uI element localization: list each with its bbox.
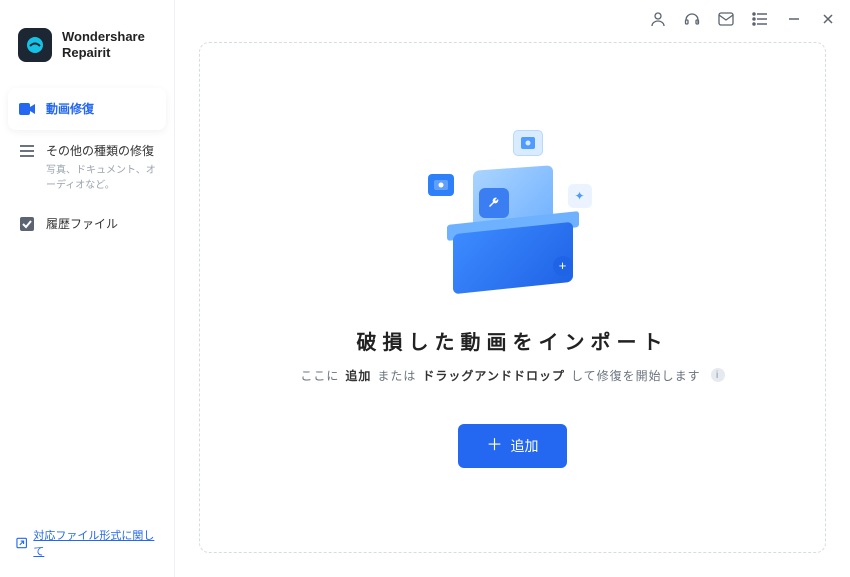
topbar (175, 0, 850, 38)
sidebar-item-sublabel: 写真、ドキュメント、オーディオなど。 (46, 161, 156, 191)
app-logo: Wondershare Repairit (0, 0, 174, 82)
external-link-icon (16, 537, 27, 549)
dropzone-headline: 破損した動画をインポート (357, 326, 669, 355)
sidebar-item-label: 動画修復 (46, 100, 94, 117)
list-icon (18, 142, 36, 160)
mail-icon[interactable] (716, 9, 736, 29)
logo-icon (18, 28, 52, 62)
add-button[interactable]: ＋ 追加 (458, 424, 566, 468)
sidebar-nav: 動画修復 その他の種類の修復 写真、ドキュメント、オーディオなど。 履歴ファイル (0, 82, 174, 245)
camera-card-icon (428, 174, 454, 196)
app-name: Wondershare Repairit (62, 29, 145, 60)
sidebar-item-other-repair[interactable]: その他の種類の修復 写真、ドキュメント、オーディオなど。 (8, 130, 166, 203)
headset-icon[interactable] (682, 9, 702, 29)
sidebar-item-label: その他の種類の修復 (46, 142, 156, 159)
sidebar-item-label: 履歴ファイル (46, 215, 118, 232)
sidebar-footer: 対応ファイル形式に関して (0, 509, 174, 577)
dropzone-subline: ここに 追加 または ドラッグアンドドロップ して修復を開始します i (300, 367, 724, 384)
sidebar: Wondershare Repairit 動画修復 その他の種類の修復 写真、ド… (0, 0, 175, 577)
menu-list-icon[interactable] (750, 9, 770, 29)
wrench-icon (479, 188, 509, 218)
user-icon[interactable] (648, 9, 668, 29)
close-icon[interactable] (818, 9, 838, 29)
sidebar-item-video-repair[interactable]: 動画修復 (8, 88, 166, 130)
import-dropzone[interactable]: ✦ + 破損した動画をインポート ここに 追加 または ドラッグアンドドロップ … (199, 42, 826, 553)
sidebar-item-history[interactable]: 履歴ファイル (8, 203, 166, 245)
plus-circle-icon: + (553, 256, 573, 276)
import-illustration: ✦ + (423, 128, 603, 308)
supported-formats-link[interactable]: 対応ファイル形式に関して (16, 527, 158, 559)
media-card-icon (513, 130, 543, 156)
plus-icon: ＋ (486, 438, 502, 454)
sparkle-card-icon: ✦ (568, 184, 592, 208)
video-icon (18, 100, 36, 118)
footer-link-label: 対応ファイル形式に関して (33, 527, 158, 559)
content: ✦ + 破損した動画をインポート ここに 追加 または ドラッグアンドドロップ … (175, 38, 850, 577)
check-icon (18, 215, 36, 233)
add-button-label: 追加 (511, 436, 539, 456)
info-icon[interactable]: i (711, 368, 725, 382)
main-area: ✦ + 破損した動画をインポート ここに 追加 または ドラッグアンドドロップ … (175, 0, 850, 577)
minimize-icon[interactable] (784, 9, 804, 29)
